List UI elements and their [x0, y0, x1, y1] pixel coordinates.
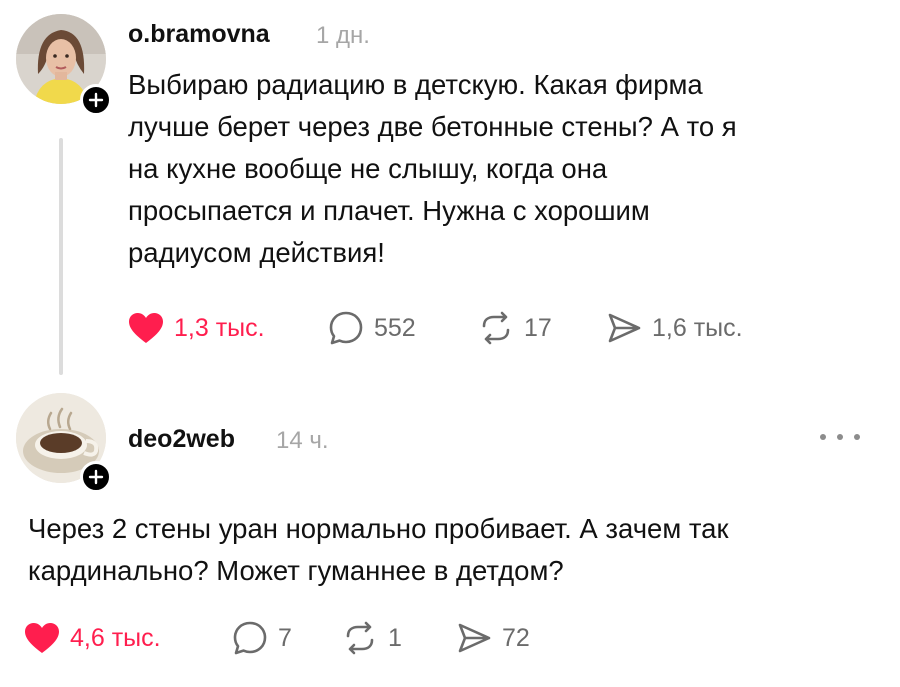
post-text: Через 2 стены уран нормально пробивает. …: [28, 508, 729, 592]
comment-icon: [329, 311, 363, 345]
post-text-line: на кухне вообще не слышу, когда она: [128, 153, 608, 184]
plus-icon: [88, 469, 104, 485]
dot-icon: [820, 434, 826, 440]
send-icon: [608, 313, 641, 343]
post-text-line: просыпается и плачет. Нужна с хорошим: [128, 195, 650, 226]
plus-icon: [88, 92, 104, 108]
share-button[interactable]: 1,6 тыс.: [606, 308, 743, 348]
send-icon: [458, 623, 491, 653]
dot-icon: [837, 434, 843, 440]
post-text: Выбираю радиацию в детскую. Какая фирма …: [128, 64, 737, 274]
thread-line: [59, 138, 63, 375]
reply-button[interactable]: 7: [232, 618, 292, 658]
post-text-line: Выбираю радиацию в детскую. Какая фирма: [128, 69, 703, 100]
more-options-button[interactable]: [820, 427, 860, 447]
post-text-line: лучше берет через две бетонные стены? А …: [128, 111, 737, 142]
share-button[interactable]: 72: [456, 618, 530, 658]
follow-button[interactable]: [80, 84, 112, 116]
thread-post: o.bramovna 1 дн. Выбираю радиацию в детс…: [0, 0, 900, 385]
like-count: 4,6 тыс.: [70, 623, 161, 652]
like-count: 1,3 тыс.: [174, 313, 265, 342]
heart-icon: [25, 623, 59, 653]
dot-icon: [854, 434, 860, 440]
comment-icon: [233, 621, 267, 655]
reply-count: 552: [374, 313, 416, 342]
post-time: 14 ч.: [276, 427, 329, 454]
reply-button[interactable]: 552: [328, 308, 416, 348]
heart-icon: [129, 313, 163, 343]
reply-count: 7: [278, 623, 292, 652]
username[interactable]: o.bramovna: [128, 20, 270, 49]
post-time: 1 дн.: [316, 22, 370, 49]
reply-post: deo2web 14 ч. Через 2 стены уран нормаль…: [0, 385, 900, 687]
post-text-line: кардинально? Может гуманнее в детдом?: [28, 555, 564, 586]
repost-count: 1: [388, 623, 402, 652]
like-button[interactable]: 1,3 тыс.: [128, 308, 265, 348]
share-count: 72: [502, 623, 530, 652]
repost-button[interactable]: 1: [342, 618, 402, 658]
repost-button[interactable]: 17: [478, 308, 552, 348]
repost-count: 17: [524, 313, 552, 342]
post-text-line: радиусом действия!: [128, 237, 385, 268]
repost-icon: [482, 311, 510, 345]
post-actions: 1,3 тыс. 552 17 1,6 тыс.: [128, 308, 808, 348]
username[interactable]: deo2web: [128, 425, 235, 454]
share-count: 1,6 тыс.: [652, 313, 743, 342]
follow-button[interactable]: [80, 461, 112, 493]
post-text-line: Через 2 стены уран нормально пробивает. …: [28, 513, 729, 544]
like-button[interactable]: 4,6 тыс.: [24, 618, 161, 658]
repost-icon: [346, 621, 374, 655]
post-actions: 4,6 тыс. 7 1 72: [24, 618, 624, 658]
